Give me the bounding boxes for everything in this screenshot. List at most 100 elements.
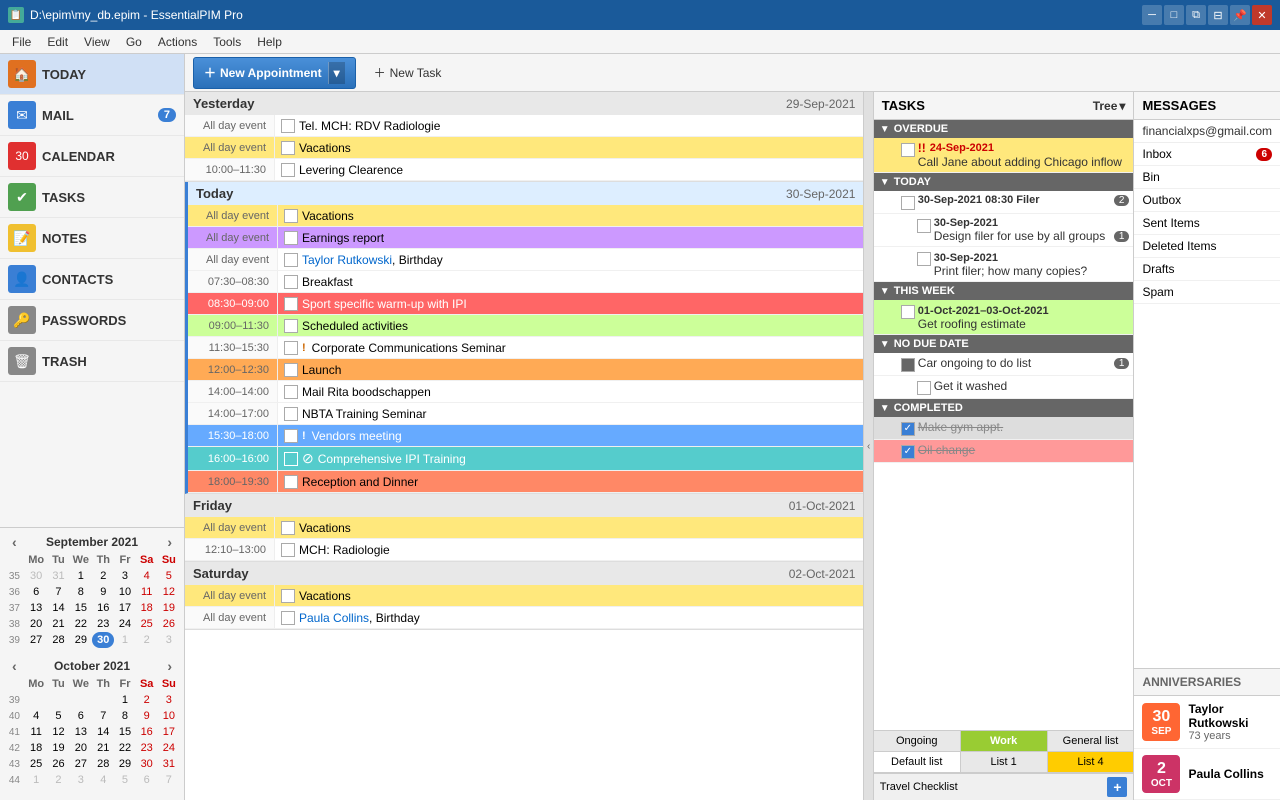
tab-list4[interactable]: List 4	[1048, 752, 1134, 773]
menu-help[interactable]: Help	[249, 33, 290, 51]
cal-day[interactable]: 9	[92, 584, 114, 600]
minimize-button[interactable]: ─	[1142, 5, 1162, 25]
task-checkbox[interactable]	[901, 305, 915, 319]
event-content[interactable]: ! Corporate Communications Seminar	[278, 337, 863, 358]
task-checkbox-wrap[interactable]	[898, 194, 918, 210]
task-checkbox-wrap[interactable]	[898, 443, 918, 459]
task-checkbox-wrap[interactable]	[898, 356, 918, 372]
event-content[interactable]: Breakfast	[278, 271, 863, 292]
cal-day[interactable]: 14	[92, 724, 114, 740]
event-checkbox[interactable]	[284, 429, 298, 443]
cal-day[interactable]: 3	[158, 692, 180, 708]
event-checkbox[interactable]	[281, 521, 295, 535]
cal-day[interactable]: 10	[158, 708, 180, 724]
cal-day[interactable]: 28	[92, 756, 114, 772]
menu-file[interactable]: File	[4, 33, 39, 51]
event-content[interactable]: ! Vendors meeting	[278, 425, 863, 446]
cal-day[interactable]: 6	[25, 584, 48, 600]
message-sent[interactable]: Sent Items	[1134, 212, 1280, 235]
oct-next-btn[interactable]: ›	[163, 658, 176, 674]
task-checkbox[interactable]	[917, 252, 931, 266]
event-content[interactable]: Scheduled activities	[278, 315, 863, 336]
sidebar-item-tasks[interactable]: ✔ TASKS	[0, 177, 184, 218]
cal-day[interactable]: 19	[48, 740, 70, 756]
cal-day[interactable]: 1	[69, 568, 92, 584]
task-checkbox-wrap[interactable]	[914, 250, 934, 266]
sidebar-item-trash[interactable]: 🗑 TRASH	[0, 341, 184, 382]
new-appointment-button[interactable]: ＋ New Appointment ▾	[193, 57, 356, 89]
cal-day[interactable]: 3	[69, 772, 92, 788]
sidebar-item-calendar[interactable]: 30 CALENDAR	[0, 136, 184, 177]
cal-day[interactable]: 12	[158, 584, 180, 600]
collapse-handle[interactable]: ‹	[864, 92, 873, 800]
cal-day[interactable]: 5	[158, 568, 180, 584]
close-button[interactable]: ✕	[1252, 5, 1272, 25]
event-checkbox[interactable]	[281, 119, 295, 133]
cal-day[interactable]: 11	[136, 584, 158, 600]
task-checkbox-wrap[interactable]	[898, 303, 918, 319]
cal-day[interactable]: 27	[69, 756, 92, 772]
event-checkbox[interactable]	[284, 475, 298, 489]
menu-go[interactable]: Go	[118, 33, 150, 51]
new-task-button[interactable]: ＋ New Task	[364, 60, 452, 85]
event-content[interactable]: Vacations	[275, 585, 863, 606]
dropdown-arrow-icon[interactable]: ▾	[328, 62, 345, 84]
cal-day[interactable]: 26	[48, 756, 70, 772]
cal-day[interactable]: 28	[48, 632, 70, 648]
event-content[interactable]: Taylor Rutkowski, Birthday	[278, 249, 863, 270]
cal-day[interactable]: 18	[25, 740, 48, 756]
cal-day[interactable]: 13	[25, 600, 48, 616]
cal-day[interactable]: 19	[158, 600, 180, 616]
cal-day[interactable]: 8	[69, 584, 92, 600]
cal-day[interactable]: 3	[114, 568, 135, 584]
tile-button[interactable]: ⊟	[1208, 5, 1228, 25]
cal-day[interactable]	[48, 692, 70, 708]
event-content[interactable]: Reception and Dinner	[278, 471, 863, 492]
cal-day[interactable]: 5	[114, 772, 135, 788]
cal-day[interactable]: 20	[25, 616, 48, 632]
cal-day[interactable]: 16	[136, 724, 158, 740]
restore-button[interactable]: □	[1164, 5, 1184, 25]
cal-day[interactable]: 2	[136, 632, 158, 648]
task-checkbox-wrap[interactable]	[914, 217, 934, 233]
event-checkbox[interactable]	[284, 209, 298, 223]
message-bin[interactable]: Bin	[1134, 166, 1280, 189]
cal-day[interactable]: 12	[48, 724, 70, 740]
cal-day[interactable]: 1	[25, 772, 48, 788]
cal-day[interactable]: 22	[69, 616, 92, 632]
event-checkbox[interactable]	[284, 452, 298, 466]
cal-day[interactable]: 23	[136, 740, 158, 756]
message-inbox[interactable]: Inbox 6	[1134, 143, 1280, 166]
cal-day[interactable]: 15	[69, 600, 92, 616]
cal-day[interactable]: 8	[114, 708, 135, 724]
cal-day[interactable]: 24	[158, 740, 180, 756]
event-content[interactable]: Vacations	[275, 137, 863, 158]
cal-day[interactable]: 7	[158, 772, 180, 788]
cal-day[interactable]: 17	[158, 724, 180, 740]
cal-day[interactable]: 15	[114, 724, 135, 740]
event-checkbox[interactable]	[284, 275, 298, 289]
cal-day[interactable]: 13	[69, 724, 92, 740]
menu-edit[interactable]: Edit	[39, 33, 76, 51]
cal-day[interactable]: 29	[69, 632, 92, 648]
cal-day[interactable]: 4	[136, 568, 158, 584]
cal-day[interactable]: 24	[114, 616, 135, 632]
event-checkbox[interactable]	[284, 231, 298, 245]
event-content[interactable]: Earnings report	[278, 227, 863, 248]
event-checkbox[interactable]	[284, 363, 298, 377]
cal-day[interactable]: 25	[25, 756, 48, 772]
cal-day[interactable]: 11	[25, 724, 48, 740]
cal-day[interactable]: 29	[114, 756, 135, 772]
event-checkbox[interactable]	[284, 341, 298, 355]
event-content[interactable]: Launch	[278, 359, 863, 380]
cal-day[interactable]: 3	[158, 632, 180, 648]
event-checkbox[interactable]	[281, 589, 295, 603]
cal-day[interactable]: 27	[25, 632, 48, 648]
tab-general[interactable]: General list	[1048, 731, 1134, 752]
maximize-button[interactable]: ⧉	[1186, 5, 1206, 25]
cal-day[interactable]: 21	[48, 616, 70, 632]
sep-prev-btn[interactable]: ‹	[8, 534, 21, 550]
event-checkbox[interactable]	[281, 611, 295, 625]
menu-tools[interactable]: Tools	[205, 33, 249, 51]
task-checkbox[interactable]	[901, 445, 915, 459]
